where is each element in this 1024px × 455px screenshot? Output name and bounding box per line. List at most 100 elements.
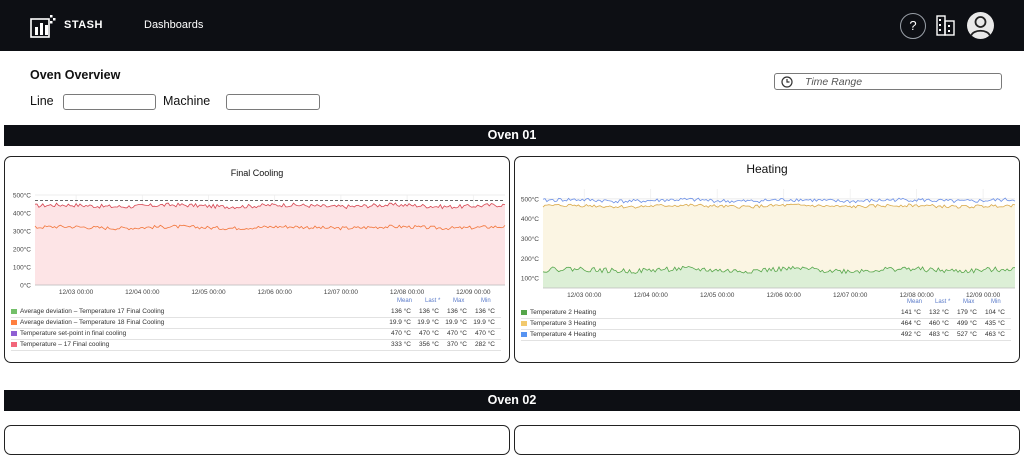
legend-value-max: 499 °C bbox=[957, 320, 977, 327]
legend-value-mean: 470 °C bbox=[391, 330, 411, 337]
legend-column-header[interactable]: Mean bbox=[397, 298, 412, 304]
x-tick-label[interactable]: 12/03 00:00 bbox=[59, 289, 94, 296]
x-tick-label[interactable]: 12/05 00:00 bbox=[191, 289, 226, 296]
brand-name: STASH bbox=[64, 19, 103, 31]
legend-series-name: Temperature set-point in final cooling bbox=[20, 330, 127, 337]
section-header-oven-01[interactable]: Oven 01 bbox=[4, 125, 1020, 146]
user-icon bbox=[970, 16, 991, 37]
panel-oven02-left[interactable] bbox=[4, 425, 510, 455]
legend-value-last: 483 °C bbox=[929, 331, 949, 338]
legend-value-mean: 19.9 °C bbox=[389, 319, 411, 326]
y-tick-label: 0°C bbox=[20, 282, 31, 290]
legend-row[interactable]: Average deviation – Temperature 17 Final… bbox=[11, 307, 501, 318]
y-tick-label: 500°C bbox=[521, 195, 539, 203]
legend-row[interactable]: Temperature set-point in final cooling 47… bbox=[11, 329, 501, 340]
legend-color-swatch bbox=[11, 331, 17, 336]
legend-value-mean: 333 °C bbox=[391, 341, 411, 348]
section-header-oven-02[interactable]: Oven 02 bbox=[4, 390, 1020, 411]
y-tick-label: 100°C bbox=[521, 275, 539, 283]
legend-series-name: Average deviation – Temperature 18 Final… bbox=[20, 319, 165, 326]
organization-icon[interactable] bbox=[936, 14, 956, 36]
legend-value-last: 470 °C bbox=[419, 330, 439, 337]
legend-row[interactable]: Temperature 2 Heating 141 °C 132 °C 179 °C 1… bbox=[521, 308, 1011, 319]
legend-column-header[interactable]: Mean bbox=[907, 299, 922, 305]
panel-final-cooling[interactable]: Final Cooling 500°C 400°C 300°C 200°C 100°C 0… bbox=[4, 156, 510, 363]
legend-value-last: 356 °C bbox=[419, 341, 439, 348]
legend-series-name: Temperature 3 Heating bbox=[530, 320, 597, 327]
x-tick-label[interactable]: 12/04 00:00 bbox=[634, 292, 669, 299]
x-tick-label[interactable]: 12/07 00:00 bbox=[324, 289, 359, 296]
legend-value-max: 19.9 °C bbox=[445, 319, 467, 326]
top-navbar: STASH Dashboards ? bbox=[0, 0, 1024, 51]
time-range-picker[interactable]: Time Range bbox=[774, 73, 1002, 90]
legend-value-min: 136 °C bbox=[475, 308, 495, 315]
legend-value-max: 527 °C bbox=[957, 331, 977, 338]
legend-value-min: 104 °C bbox=[985, 309, 1005, 316]
legend-value-max: 370 °C bbox=[447, 341, 467, 348]
legend-column-header[interactable]: Max bbox=[453, 298, 464, 304]
series-area bbox=[35, 203, 505, 285]
legend-value-min: 435 °C bbox=[985, 320, 1005, 327]
legend-series-name: Average deviation – Temperature 17 Final… bbox=[20, 308, 165, 315]
x-tick-label[interactable]: 12/04 00:00 bbox=[125, 289, 160, 296]
legend-color-swatch bbox=[521, 310, 527, 315]
legend-value-last: 460 °C bbox=[929, 320, 949, 327]
legend-column-header[interactable]: Max bbox=[963, 299, 974, 305]
x-tick-label[interactable]: 12/06 00:00 bbox=[767, 292, 802, 299]
legend-column-header[interactable]: Min bbox=[991, 299, 1001, 305]
legend-row[interactable]: Temperature 3 Heating 464 °C 460 °C 499 °C 4… bbox=[521, 319, 1011, 330]
x-tick-label[interactable]: 12/05 00:00 bbox=[700, 292, 735, 299]
nav-dashboards-link[interactable]: Dashboards bbox=[144, 19, 203, 31]
legend-column-header[interactable]: Last * bbox=[425, 298, 440, 304]
x-tick-label[interactable]: 12/07 00:00 bbox=[833, 292, 868, 299]
legend-value-mean: 492 °C bbox=[901, 331, 921, 338]
stash-logo-icon[interactable] bbox=[30, 14, 56, 38]
legend-value-last: 19.9 °C bbox=[417, 319, 439, 326]
legend-row[interactable]: Average deviation – Temperature 18 Final… bbox=[11, 318, 501, 329]
legend-color-swatch bbox=[521, 332, 527, 337]
y-tick-label: 100°C bbox=[13, 264, 31, 272]
legend-value-min: 19.9 °C bbox=[473, 319, 495, 326]
legend-value-max: 136 °C bbox=[447, 308, 467, 315]
help-button[interactable]: ? bbox=[900, 13, 926, 39]
legend-value-max: 179 °C bbox=[957, 309, 977, 316]
x-tick-label[interactable]: 12/06 00:00 bbox=[258, 289, 293, 296]
panel-heating[interactable]: Heating 500°C 400°C 300°C 200°C 100°C 12/03 0… bbox=[514, 156, 1020, 363]
x-tick-label[interactable]: 12/08 00:00 bbox=[390, 289, 425, 296]
legend-color-swatch bbox=[11, 320, 17, 325]
legend-column-header[interactable]: Last * bbox=[935, 299, 950, 305]
line-filter-input[interactable] bbox=[63, 94, 156, 110]
machine-filter-label: Machine bbox=[163, 94, 211, 108]
x-tick-label[interactable]: 12/09 00:00 bbox=[966, 292, 1001, 299]
legend-value-min: 463 °C bbox=[985, 331, 1005, 338]
user-avatar[interactable] bbox=[967, 12, 994, 39]
heating-chart[interactable]: 500°C 400°C 300°C 200°C 100°C 12/03 00:00 12/0… bbox=[515, 183, 1019, 313]
machine-filter-input[interactable] bbox=[226, 94, 320, 110]
legend-row[interactable]: Temperature 4 Heating 492 °C 483 °C 527 °C 4… bbox=[521, 330, 1011, 341]
legend-color-swatch bbox=[521, 321, 527, 326]
y-tick-label: 300°C bbox=[13, 228, 31, 236]
legend-column-header[interactable]: Min bbox=[481, 298, 491, 304]
legend-series-name: Temperature – 17 Final cooling bbox=[20, 341, 110, 348]
clock-icon bbox=[781, 75, 793, 88]
x-tick-label[interactable]: 12/09 00:00 bbox=[456, 289, 491, 296]
legend-value-min: 470 °C bbox=[475, 330, 495, 337]
final-cooling-chart[interactable]: 500°C 400°C 300°C 200°C 100°C 0°C 12/03 00:00 1… bbox=[5, 185, 509, 325]
legend-value-mean: 136 °C bbox=[391, 308, 411, 315]
legend-row[interactable]: Temperature – 17 Final cooling 333 °C 356 … bbox=[11, 340, 501, 351]
legend-value-mean: 464 °C bbox=[901, 320, 921, 327]
y-tick-label: 300°C bbox=[521, 235, 539, 243]
x-tick-label[interactable]: 12/08 00:00 bbox=[899, 292, 934, 299]
legend-series-name: Temperature 4 Heating bbox=[530, 331, 597, 338]
legend-color-swatch bbox=[11, 309, 17, 314]
y-tick-label: 500°C bbox=[13, 192, 31, 200]
panel-oven02-right[interactable] bbox=[514, 425, 1020, 455]
panel-title: Final Cooling bbox=[230, 168, 284, 178]
legend-value-min: 282 °C bbox=[475, 341, 495, 348]
legend-series-name: Temperature 2 Heating bbox=[530, 309, 597, 316]
legend-value-last: 132 °C bbox=[929, 309, 949, 316]
y-tick-label: 200°C bbox=[13, 246, 31, 254]
y-tick-label: 200°C bbox=[521, 255, 539, 263]
line-filter-label: Line bbox=[30, 94, 54, 108]
x-tick-label[interactable]: 12/03 00:00 bbox=[567, 292, 602, 299]
